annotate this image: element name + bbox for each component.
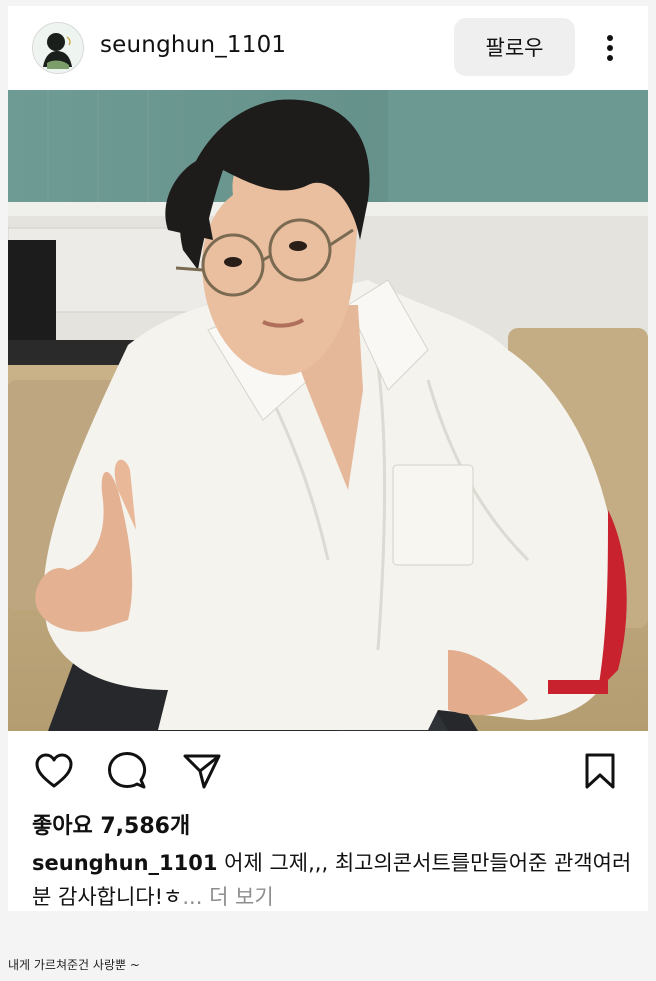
post-actions-bar <box>8 741 648 801</box>
share-button[interactable] <box>180 749 224 793</box>
comment-bubble-icon <box>108 752 147 789</box>
post-caption: seunghun_1101 어제 그제,,, 최고의콘서트를만들어준 관객여러분… <box>32 846 632 914</box>
caption-username[interactable]: seunghun_1101 <box>32 851 217 875</box>
paper-plane-icon <box>183 754 221 789</box>
comment-button[interactable] <box>105 749 149 793</box>
likes-count[interactable]: 좋아요 7,586개 <box>32 808 190 840</box>
post-photo[interactable] <box>8 90 648 731</box>
more-vertical-icon <box>607 35 613 61</box>
like-button[interactable] <box>32 749 76 793</box>
follow-button[interactable]: 팔로우 <box>454 18 575 76</box>
avatar-silhouette-icon <box>33 23 83 73</box>
save-button[interactable] <box>578 749 622 793</box>
more-options-button[interactable] <box>596 30 624 66</box>
bookmark-icon <box>585 753 615 789</box>
post-card: seunghun_1101 팔로우 좋아요 7,586개 seunghun_11… <box>8 6 648 911</box>
heart-icon <box>35 753 73 788</box>
caption-ellipsis: ... <box>182 885 203 909</box>
post-username[interactable]: seunghun_1101 <box>100 32 286 58</box>
avatar[interactable] <box>32 22 84 74</box>
more-link[interactable]: 더 보기 <box>209 885 274 909</box>
photo-man-thumbs-up <box>8 90 648 731</box>
post-header: seunghun_1101 팔로우 <box>8 6 648 90</box>
footer-note: 내게 가르쳐준건 사랑뿐 ~ <box>8 958 140 972</box>
